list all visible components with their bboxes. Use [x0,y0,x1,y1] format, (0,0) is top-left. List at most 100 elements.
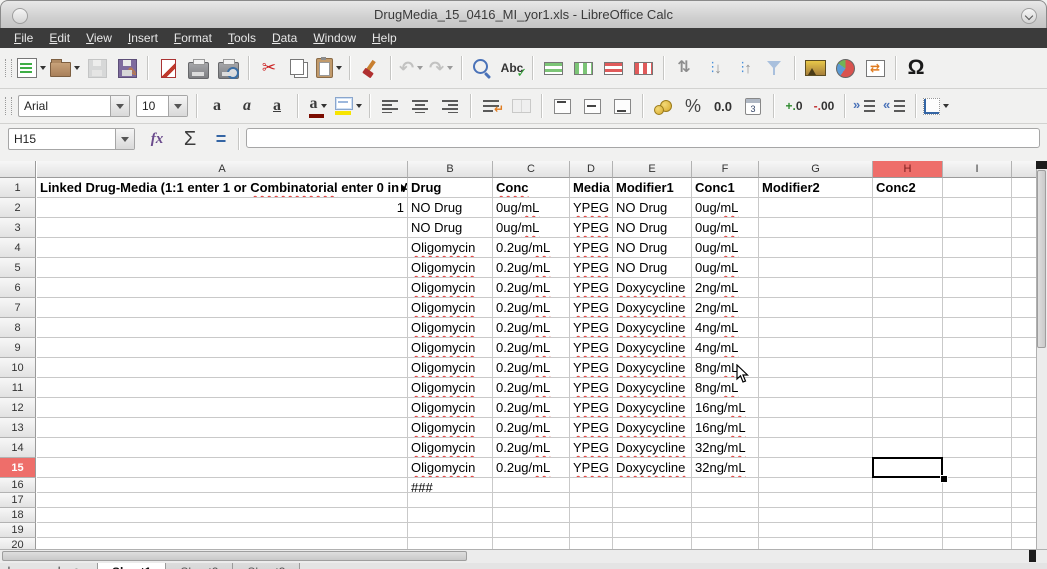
cell-D6[interactable]: YPEG [570,278,613,298]
dropdown-arrow-icon[interactable] [336,66,342,70]
row-header-11[interactable]: 11 [0,378,36,398]
cell-I6[interactable] [943,278,1012,298]
cell-I19[interactable] [943,523,1012,538]
horizontal-split-handle[interactable] [1029,550,1036,562]
copy-button[interactable] [285,54,313,82]
insert-image-button[interactable] [801,54,829,82]
insert-pivot-table-button[interactable]: ⇄ [861,54,889,82]
print-preview-button[interactable] [214,54,242,82]
cell-F6[interactable]: 2ng/mL [692,278,759,298]
cell-B1[interactable]: Drug [408,178,493,198]
wrap-text-button[interactable]: ↵ [477,92,505,120]
number-format-button[interactable]: 0.0 [709,92,737,120]
row-header-18[interactable]: 18 [0,508,36,523]
cell-B9[interactable]: Oligomycin [408,338,493,358]
cell-B14[interactable]: Oligomycin [408,438,493,458]
cell-I10[interactable] [943,358,1012,378]
cell-D13[interactable]: YPEG [570,418,613,438]
cell-G4[interactable] [759,238,873,258]
menu-file[interactable]: File [6,29,41,47]
cell-D20[interactable] [570,538,613,549]
cell-H13[interactable] [873,418,943,438]
selection-fill-handle[interactable] [940,475,948,483]
cell-D12[interactable]: YPEG [570,398,613,418]
cell-H7[interactable] [873,298,943,318]
align-right-button[interactable] [436,92,464,120]
name-box[interactable]: H15 [8,128,135,150]
autofilter-button[interactable] [760,54,788,82]
menu-format[interactable]: Format [166,29,220,47]
cell-E11[interactable]: Doxycycline [613,378,692,398]
row-header-9[interactable]: 9 [0,338,36,358]
cell-C3[interactable]: 0ug/mL [493,218,570,238]
cell-H20[interactable] [873,538,943,549]
dropdown-arrow-icon[interactable] [74,66,80,70]
cell-B18[interactable] [408,508,493,523]
cell-A12[interactable] [37,398,408,418]
cell-E12[interactable]: Doxycycline [613,398,692,418]
cell-G10[interactable] [759,358,873,378]
previous-sheet-button[interactable]: ◀ [17,563,34,569]
cell-B8[interactable]: Oligomycin [408,318,493,338]
clone-formatting-button[interactable] [356,54,384,82]
cell-C12[interactable]: 0.2ug/mL [493,398,570,418]
cell-H4[interactable] [873,238,943,258]
cell-H17[interactable] [873,493,943,508]
menu-edit[interactable]: Edit [41,29,78,47]
name-box-dropdown-icon[interactable] [115,129,134,149]
cell-F19[interactable] [692,523,759,538]
cell-E4[interactable]: NO Drug [613,238,692,258]
cell-I17[interactable] [943,493,1012,508]
cell-H5[interactable] [873,258,943,278]
sheet-tab-sheet2[interactable]: Sheet2 [165,563,233,569]
align-bottom-button[interactable] [608,92,636,120]
cell-B13[interactable]: Oligomycin [408,418,493,438]
cell-F16[interactable] [692,478,759,493]
add-decimal-button[interactable]: +.0 [780,92,808,120]
column-header-H[interactable]: H [873,161,943,178]
cell-E2[interactable]: NO Drug [613,198,692,218]
cell-I8[interactable] [943,318,1012,338]
find-replace-button[interactable] [468,54,496,82]
cell-I1[interactable] [943,178,1012,198]
save-as-button[interactable]: ✎ [113,54,141,82]
cell-C2[interactable]: 0ug/mL [493,198,570,218]
next-sheet-button[interactable]: ▶ [34,563,51,569]
horizontal-scrollbar-thumb[interactable] [2,551,467,561]
formula-input-line[interactable] [246,128,1040,148]
cell-A15[interactable] [37,458,408,478]
cell-I11[interactable] [943,378,1012,398]
delete-decimal-button[interactable]: -.00 [810,92,838,120]
dropdown-arrow-icon[interactable] [110,96,129,116]
cell-B17[interactable] [408,493,493,508]
cell-F8[interactable]: 4ng/mL [692,318,759,338]
cell-I3[interactable] [943,218,1012,238]
cell-E3[interactable]: NO Drug [613,218,692,238]
cell-D9[interactable]: YPEG [570,338,613,358]
cell-E9[interactable]: Doxycycline [613,338,692,358]
cell-G8[interactable] [759,318,873,338]
print-button[interactable] [184,54,212,82]
cell-B3[interactable]: NO Drug [408,218,493,238]
cell-F17[interactable] [692,493,759,508]
column-header-D[interactable]: D [570,161,613,178]
cell-G7[interactable] [759,298,873,318]
cell-C5[interactable]: 0.2ug/mL [493,258,570,278]
cell-H6[interactable] [873,278,943,298]
increase-indent-button[interactable]: » [851,92,879,120]
cell-I12[interactable] [943,398,1012,418]
cell-I13[interactable] [943,418,1012,438]
dropdown-arrow-icon[interactable] [356,104,362,108]
delete-columns-button[interactable] [629,54,657,82]
last-sheet-button[interactable]: ▕▶ [51,563,68,569]
row-header-17[interactable]: 17 [0,493,36,508]
cell-H10[interactable] [873,358,943,378]
cell-E17[interactable] [613,493,692,508]
cell-I4[interactable] [943,238,1012,258]
cut-button[interactable]: ✂ [255,54,283,82]
column-header-B[interactable]: B [408,161,493,178]
cell-E18[interactable] [613,508,692,523]
cell-F4[interactable]: 0ug/mL [692,238,759,258]
cell-G15[interactable] [759,458,873,478]
underline-button[interactable]: a [263,92,291,120]
